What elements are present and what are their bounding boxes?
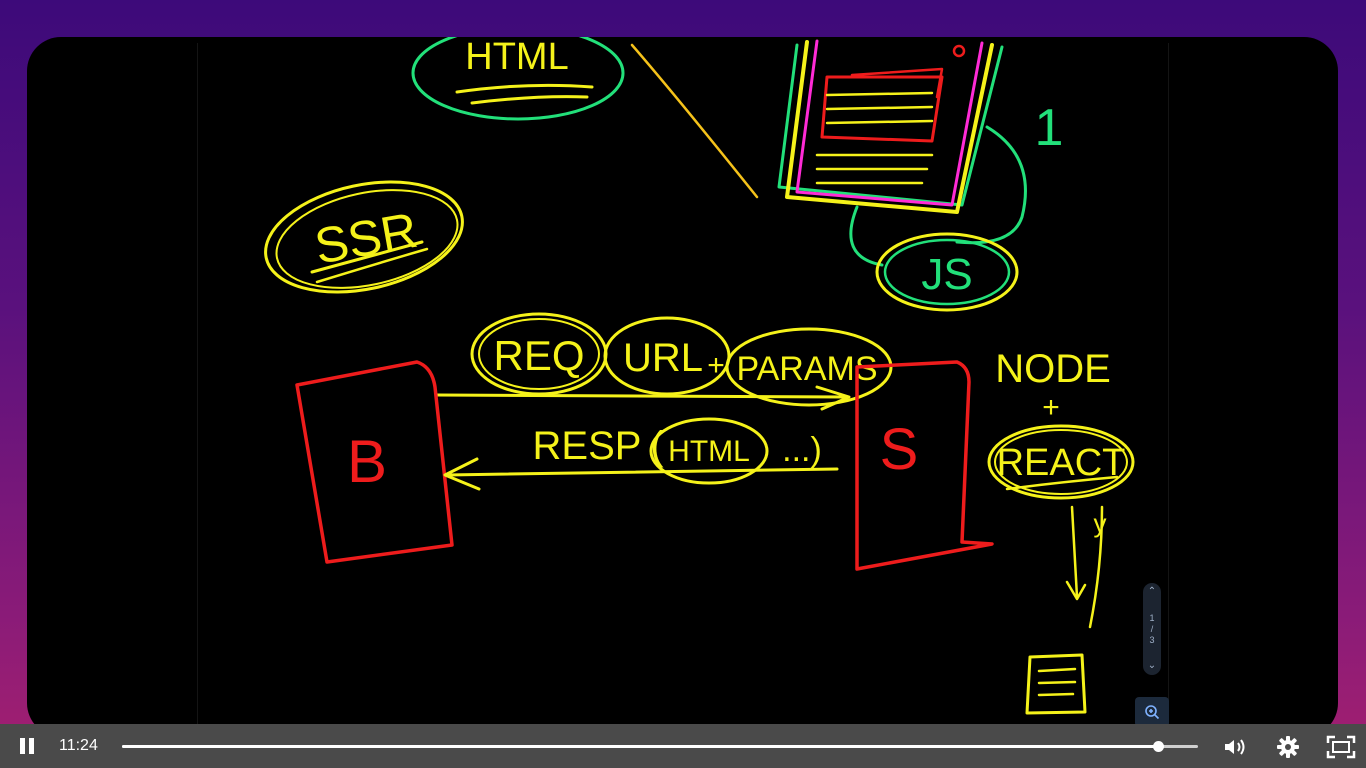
- current-time: 11:24: [59, 737, 98, 754]
- server-box: S: [855, 360, 994, 571]
- js-label: JS: [921, 250, 972, 299]
- whiteboard-drawing: HTML 1 JS SSR REQ URL + PARAMS B S RESP …: [264, 37, 1135, 715]
- page-navigator: ⌃ 1 / 3 ⌄: [1143, 583, 1161, 675]
- page-separator: /: [1150, 623, 1154, 634]
- request-arrow: [435, 393, 849, 399]
- connector-line: [630, 43, 759, 199]
- video-control-bar: 11:24: [0, 724, 1366, 768]
- y-label: y: [1094, 508, 1107, 538]
- dots-label: ...): [782, 431, 822, 469]
- html-resp-label: HTML: [668, 435, 750, 468]
- zoom-in-icon: [1145, 705, 1160, 720]
- volume-icon[interactable]: [1222, 734, 1248, 760]
- pause-button[interactable]: [16, 736, 38, 756]
- plus-label-2: +: [1042, 391, 1060, 424]
- total-pages: 3: [1149, 634, 1155, 645]
- pause-icon: [20, 738, 25, 754]
- zoom-button[interactable]: [1135, 697, 1169, 727]
- gear-icon[interactable]: [1275, 734, 1301, 760]
- down-arrow: [1070, 505, 1079, 599]
- bottom-document-drawing: [1025, 653, 1087, 715]
- html-top-label: HTML: [465, 37, 568, 78]
- document-stack-drawing: [777, 39, 1004, 214]
- react-ellipse: REACT: [987, 424, 1135, 500]
- one-label: 1: [1035, 99, 1064, 157]
- resp-label: RESP: [533, 424, 642, 468]
- chevron-down-icon[interactable]: ⌄: [1148, 661, 1156, 671]
- browser-box: B: [295, 360, 454, 564]
- b-label: B: [347, 428, 387, 495]
- url-label: URL: [623, 336, 703, 380]
- req-label: REQ: [493, 332, 584, 379]
- js-ellipse: JS: [875, 232, 1019, 312]
- video-frame[interactable]: HTML 1 JS SSR REQ URL + PARAMS B S RESP …: [27, 37, 1338, 737]
- html-ellipse-top: HTML: [411, 37, 625, 121]
- fullscreen-icon[interactable]: [1326, 734, 1356, 760]
- current-page: 1: [1149, 612, 1155, 623]
- ssr-label: SSR: [311, 202, 422, 275]
- plus-label-1: +: [707, 349, 725, 382]
- progress-thumb[interactable]: [1153, 741, 1165, 752]
- chevron-up-icon[interactable]: ⌃: [1148, 587, 1156, 597]
- s-label: S: [880, 417, 919, 482]
- progress-fill: [122, 745, 1159, 748]
- node-label: NODE: [995, 347, 1111, 391]
- response-drawing: RESP ( HTML ...): [443, 417, 839, 491]
- progress-bar[interactable]: [122, 741, 1198, 752]
- ssr-ellipse: SSR: [264, 180, 464, 294]
